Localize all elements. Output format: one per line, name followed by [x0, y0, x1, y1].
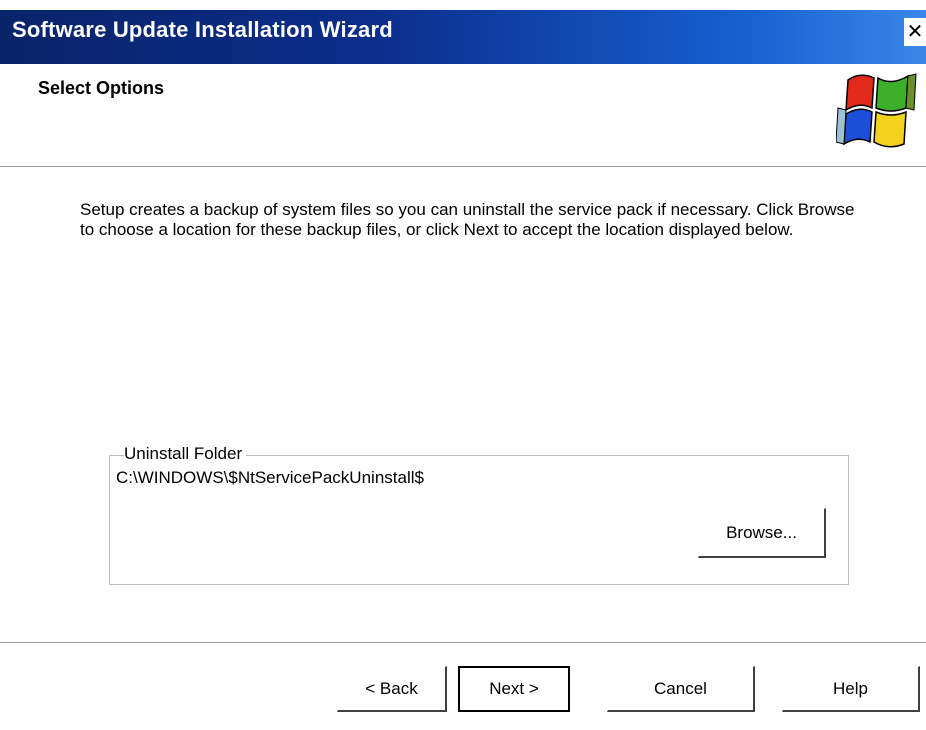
footer-divider [0, 642, 926, 644]
uninstall-folder-path: C:\WINDOWS\$NtServicePackUninstall$ [116, 468, 424, 487]
window-title: Software Update Installation Wizard [12, 17, 393, 42]
uninstall-folder-label: Uninstall Folder [124, 444, 247, 464]
header-divider [0, 166, 926, 168]
cancel-button[interactable]: Cancel [607, 666, 755, 712]
next-button[interactable]: Next > [458, 666, 570, 712]
back-button[interactable]: < Back [337, 666, 447, 712]
browse-button[interactable]: Browse... [698, 508, 826, 558]
close-icon[interactable]: ✕ [904, 18, 926, 46]
page-title: Select Options [38, 78, 165, 98]
window-top-edge [0, 0, 926, 10]
windows-flag-icon [836, 73, 917, 148]
wizard-header: Select Options [0, 64, 926, 166]
description-text: Setup creates a backup of system files s… [80, 200, 855, 239]
help-button[interactable]: Help [782, 666, 920, 712]
title-bar: Software Update Installation Wizard ✕ [0, 0, 926, 64]
